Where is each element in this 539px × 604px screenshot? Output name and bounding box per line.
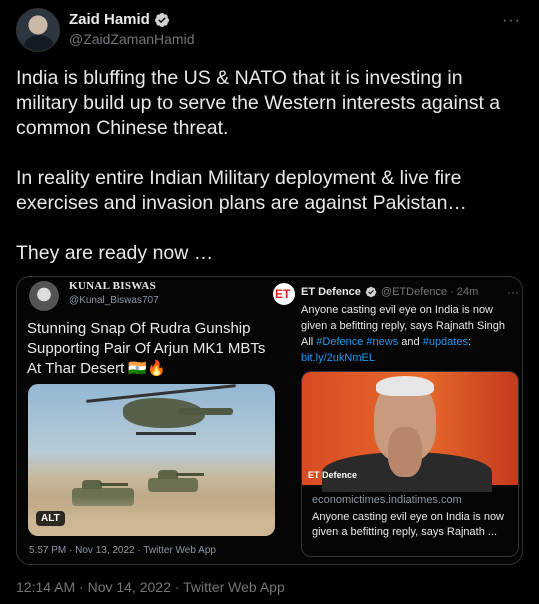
card-title: Anyone casting evil eye on India is now … — [312, 511, 505, 538]
tweet-text: India is bluffing the US & NATO that it … — [16, 66, 523, 291]
alt-badge[interactable]: ALT — [36, 511, 65, 526]
tank — [148, 470, 204, 492]
hair-shape — [376, 376, 434, 396]
et-author-row: ET Defence @ETDefence · 24m — [301, 286, 478, 298]
author-avatar[interactable] — [16, 8, 60, 52]
et-text-colon: : — [467, 336, 472, 348]
et-text-and: and — [398, 336, 423, 348]
helicopter-skid — [136, 432, 196, 435]
more-icon[interactable]: ··· — [502, 12, 521, 30]
quoted-media-card[interactable]: KUNAL BISWAS @Kunal_Biswas707 Stunning S… — [16, 276, 523, 565]
kunal-author-handle: @Kunal_Biswas707 — [69, 295, 159, 306]
tweet-timestamp[interactable]: 12:14 AM · Nov 14, 2022 · Twitter Web Ap… — [16, 579, 285, 595]
kunal-tweet-meta: 5:57 PM · Nov 13, 2022 · Twitter Web App — [29, 545, 216, 556]
tweet-paragraph: They are ready now … — [16, 242, 214, 264]
tweet-paragraph: India is bluffing the US & NATO that it … — [16, 67, 501, 139]
helicopter-tank-photo[interactable]: ALT — [28, 384, 275, 536]
dust-cloud — [28, 496, 275, 536]
more-icon[interactable]: ··· — [507, 285, 519, 299]
author-handle[interactable]: @ZaidZamanHamid — [69, 31, 194, 47]
hashtag-news[interactable]: #news — [363, 336, 398, 348]
verified-badge-icon — [154, 12, 169, 27]
author-name-row: Zaid Hamid — [69, 11, 170, 28]
tweet-paragraph: In reality entire Indian Military deploy… — [16, 167, 467, 214]
author-name[interactable]: Zaid Hamid — [69, 11, 150, 28]
et-defence-avatar — [273, 283, 295, 305]
link-card[interactable]: ET Defence economictimes.indiatimes.com … — [301, 371, 519, 557]
kunal-avatar — [29, 281, 59, 311]
verified-badge-icon — [365, 286, 377, 298]
hashtag-defence[interactable]: #Defence — [316, 336, 363, 348]
quoted-tweet-left: KUNAL BISWAS @Kunal_Biswas707 Stunning S… — [27, 277, 282, 564]
et-tweet-text: Anyone casting evil eye on India is now … — [301, 302, 519, 366]
helicopter-tail — [178, 408, 233, 415]
kunal-tweet-text: Stunning Snap Of Rudra Gunship Supportin… — [27, 320, 266, 377]
et-defence-tag: ET Defence — [308, 470, 358, 480]
quoted-tweet-right: ET Defence @ETDefence · 24m ··· Anyone c… — [271, 277, 522, 564]
et-link[interactable]: bit.ly/2ukNmEL — [301, 352, 375, 364]
tweet-header: Zaid Hamid @ZaidZamanHamid ··· — [16, 8, 523, 56]
et-author-handle: @ETDefence · 24m — [380, 286, 479, 298]
card-domain: economictimes.indiatimes.com — [312, 494, 462, 506]
folded-hands-shape — [388, 427, 422, 477]
hashtag-updates[interactable]: #updates — [423, 336, 468, 348]
et-author-name: ET Defence — [301, 286, 361, 298]
kunal-author-name: KUNAL BISWAS — [69, 280, 157, 292]
rajnath-photo: ET Defence — [302, 372, 518, 492]
